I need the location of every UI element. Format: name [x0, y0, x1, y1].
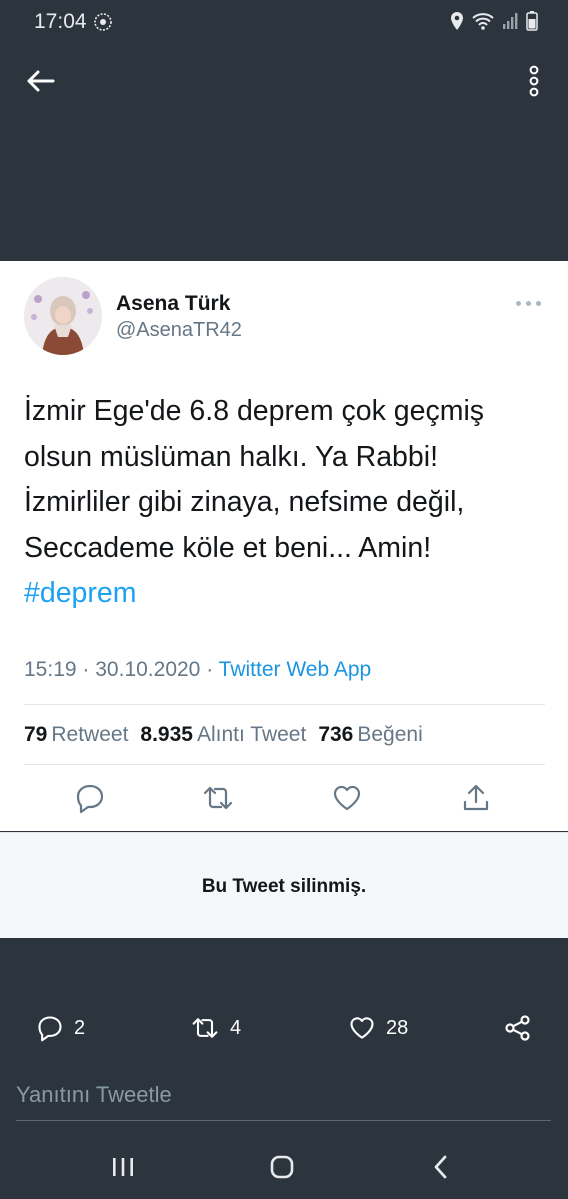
retweets-stat[interactable]: 79 Retweet	[24, 723, 128, 747]
share-network-icon	[504, 1014, 532, 1042]
sync-icon	[93, 12, 113, 32]
meta-separator: ·	[206, 658, 214, 681]
reply-input-underline	[16, 1120, 551, 1121]
likes-stat[interactable]: 736 Beğeni	[318, 723, 422, 747]
likes-count: 736	[318, 723, 354, 746]
wifi-icon	[472, 12, 494, 35]
status-time: 17:04	[34, 10, 87, 33]
avatar[interactable]	[24, 277, 102, 355]
retweet-icon[interactable]	[202, 782, 234, 814]
author-name[interactable]: Asena Türk	[116, 292, 230, 316]
quotes-count: 8.935	[140, 723, 193, 746]
more-vertical-icon	[528, 65, 540, 102]
likes-label: Beğeni	[357, 723, 423, 746]
battery-icon	[526, 11, 538, 36]
hashtag-link[interactable]: #deprem	[24, 571, 554, 617]
home-icon[interactable]	[265, 1150, 299, 1184]
quotes-stat[interactable]: 8.935 Alıntı Tweet	[140, 723, 306, 747]
location-icon	[450, 11, 464, 36]
like-icon	[348, 1014, 376, 1042]
like-icon[interactable]	[331, 782, 363, 814]
meta-separator: ·	[82, 658, 90, 681]
more-options-button[interactable]	[522, 64, 546, 102]
divider	[24, 764, 545, 765]
tweet-more-icon[interactable]	[516, 297, 546, 309]
quotes-label: Alıntı Tweet	[196, 723, 307, 746]
retweets-label: Retweet	[51, 723, 129, 746]
share-icon[interactable]	[460, 782, 492, 814]
reply-input[interactable]: Yanıtını Tweetle	[16, 1082, 172, 1108]
deleted-tweet-notice: Bu Tweet silinmiş.	[0, 832, 568, 938]
bottom-share-button[interactable]	[504, 1014, 532, 1042]
status-icons	[450, 11, 538, 36]
likes-bottom-count: 28	[386, 1016, 409, 1039]
retweets-count: 79	[24, 723, 48, 746]
bottom-like-button[interactable]: 28	[348, 1014, 408, 1042]
tweet-source-link[interactable]: Twitter Web App	[219, 658, 372, 681]
retweets-bottom-count: 4	[230, 1016, 242, 1039]
replies-count: 2	[74, 1016, 86, 1039]
tweet-body: İzmir Ege'de 6.8 deprem çok geçmiş olsun…	[24, 395, 485, 564]
back-button[interactable]	[22, 66, 58, 100]
signal-icon	[502, 12, 518, 35]
bottom-retweet-button[interactable]: 4	[190, 1014, 241, 1042]
tweet-meta: 15:19 · 30.10.2020 · Twitter Web App	[24, 658, 371, 682]
reply-icon	[36, 1014, 64, 1042]
reply-icon[interactable]	[74, 782, 106, 814]
tweet-stats: 79 Retweet 8.935 Alıntı Tweet 736 Beğeni	[24, 723, 423, 747]
divider	[24, 704, 545, 705]
deleted-tweet-text: Bu Tweet silinmiş.	[201, 876, 367, 897]
status-bar: 17:04	[0, 0, 568, 44]
author-handle[interactable]: @AsenaTR42	[116, 319, 242, 342]
tweet-card: Asena Türk @AsenaTR42 İzmir Ege'de 6.8 d…	[0, 261, 568, 831]
tweet-date: 30.10.2020	[95, 658, 201, 681]
back-arrow-icon	[25, 69, 55, 98]
tweet-time: 15:19	[24, 658, 77, 681]
tweet-text: İzmir Ege'de 6.8 deprem çok geçmiş olsun…	[24, 389, 554, 617]
retweet-icon	[190, 1014, 220, 1042]
nav-back-icon[interactable]	[424, 1150, 458, 1184]
recent-apps-icon[interactable]	[106, 1150, 140, 1184]
bottom-reply-button[interactable]: 2	[36, 1014, 85, 1042]
